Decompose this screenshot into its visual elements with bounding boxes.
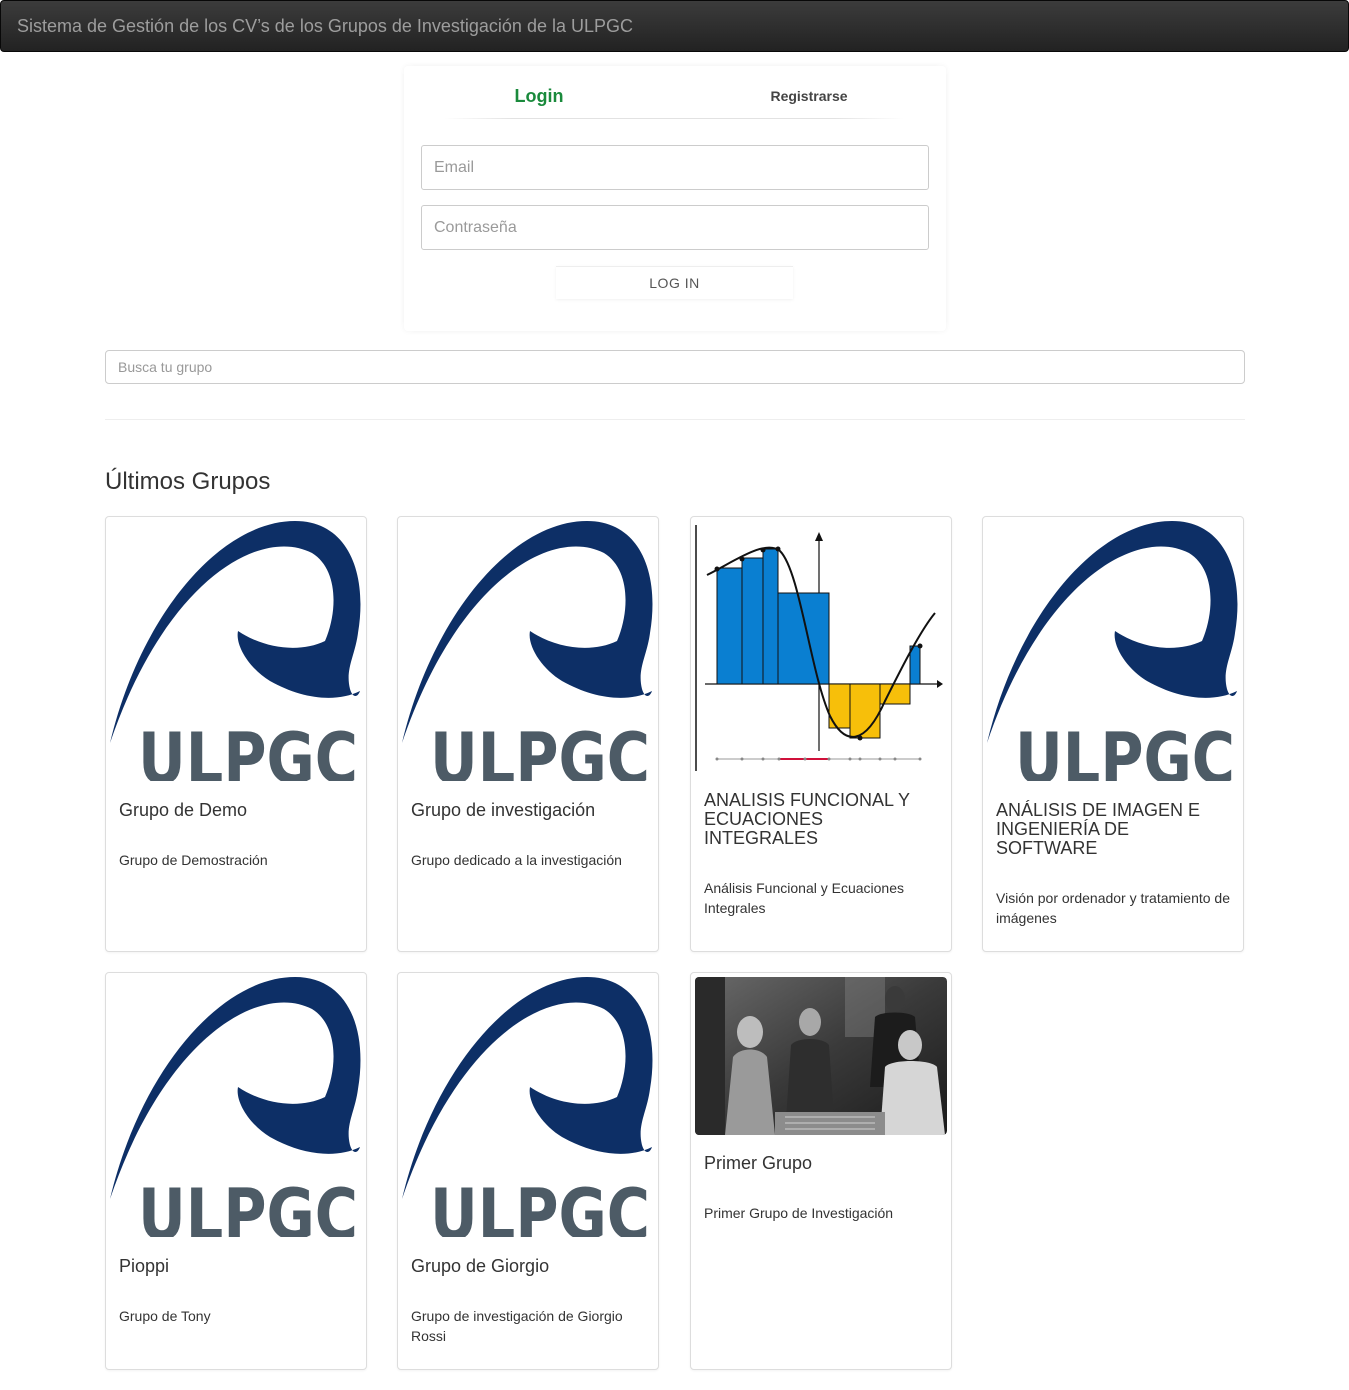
tab-register[interactable]: Registrarse (734, 83, 884, 109)
group-card[interactable]: ULPGC Grupo de Giorgio Grupo de investig… (397, 972, 659, 1370)
group-card-title: ANALISIS FUNCIONAL Y ECUACIONES INTEGRAL… (704, 790, 910, 848)
group-card[interactable]: ULPGC ANÁLISIS DE IMAGEN E INGENIERÍA DE… (982, 516, 1244, 952)
section-title: Últimos Grupos (105, 468, 271, 495)
group-card-description: Grupo de Tony (119, 1308, 211, 1324)
ulpgc-logo-icon: ULPGC (402, 977, 653, 1237)
divider (105, 419, 1245, 420)
group-card-title: Pioppi (119, 1256, 170, 1276)
tab-divider (444, 118, 904, 119)
ulpgc-logo-text: ULPGC (1015, 718, 1235, 781)
group-card-description: Grupo de Demostración (119, 852, 268, 868)
group-card[interactable]: Primer Grupo Primer Grupo de Investigaci… (690, 972, 952, 1370)
group-card-description: Primer Grupo de Investigación (704, 1205, 894, 1221)
group-card[interactable]: ULPGC Grupo de investigación Grupo dedic… (397, 516, 659, 952)
password-field[interactable] (421, 205, 929, 250)
group-card-title: Grupo de investigación (411, 800, 596, 820)
login-button[interactable]: LOG IN (556, 266, 793, 299)
integral-chart-icon (695, 525, 943, 771)
ulpgc-logo-icon: ULPGC (110, 521, 361, 781)
top-navbar: Sistema de Gestión de los CV’s de los Gr… (0, 0, 1349, 52)
ulpgc-logo-icon: ULPGC (987, 521, 1238, 781)
group-card[interactable]: ANALISIS FUNCIONAL Y ECUACIONES INTEGRAL… (690, 516, 952, 952)
group-card-title: ANÁLISIS DE IMAGEN E INGENIERÍA DE SOFTW… (996, 800, 1201, 858)
tab-login[interactable]: Login (464, 83, 614, 109)
group-card-description: Análisis Funcional y Ecuaciones Integral… (704, 880, 904, 916)
login-panel: Login Registrarse LOG IN (404, 66, 946, 331)
group-card-title: Grupo de Giorgio (411, 1256, 550, 1276)
group-search-input[interactable] (105, 350, 1245, 384)
group-card-description: Visión por ordenador y tratamiento de im… (996, 890, 1230, 926)
app-title[interactable]: Sistema de Gestión de los CV’s de los Gr… (17, 16, 633, 36)
ulpgc-logo-text: ULPGC (430, 1174, 650, 1237)
group-card-title: Primer Grupo (704, 1153, 813, 1173)
group-card[interactable]: ULPGC Grupo de Demo Grupo de Demostració… (105, 516, 367, 952)
group-card-description: Grupo de investigación de Giorgio Rossi (411, 1308, 623, 1344)
ulpgc-logo-text: ULPGC (138, 1174, 358, 1237)
group-card-description: Grupo dedicado a la investigación (411, 852, 622, 868)
email-field[interactable] (421, 145, 929, 190)
ulpgc-logo-icon: ULPGC (402, 521, 653, 781)
group-card[interactable]: ULPGC Pioppi Grupo de Tony (105, 972, 367, 1370)
ulpgc-logo-text: ULPGC (430, 718, 650, 781)
group-photo-icon (695, 977, 947, 1135)
ulpgc-logo-text: ULPGC (138, 718, 358, 781)
ulpgc-logo-icon: ULPGC (110, 977, 361, 1237)
group-card-title: Grupo de Demo (119, 800, 248, 820)
